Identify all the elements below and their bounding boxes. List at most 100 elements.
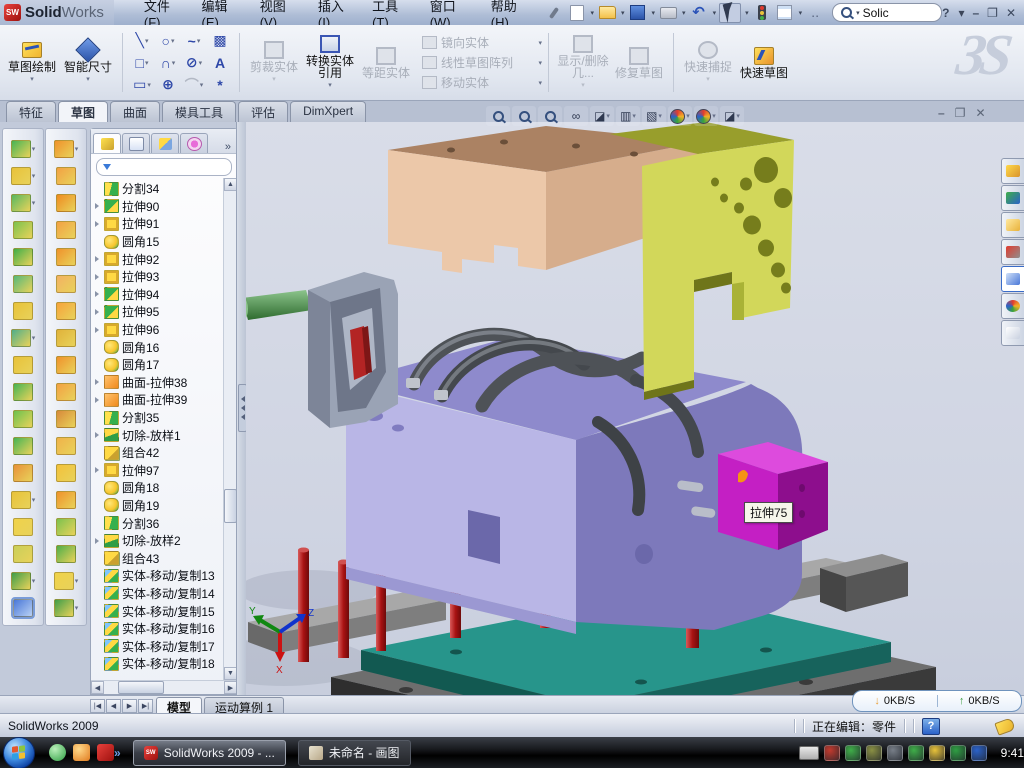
ribbon-tab-5[interactable]: DimXpert: [290, 101, 366, 122]
tree-item-10[interactable]: 圆角17: [93, 356, 237, 374]
scroll-left-arrow[interactable]: ◀: [91, 681, 104, 694]
mirror-feature-icon[interactable]: [3, 432, 43, 459]
rebuild-traffic-light-icon[interactable]: [752, 4, 772, 22]
draft-icon[interactable]: [3, 378, 43, 405]
tree-horizontal-scrollbar[interactable]: ◀ ▶: [91, 680, 237, 694]
sketch-button[interactable]: 草图绘制 ▾: [4, 38, 60, 88]
boundary-boss-icon[interactable]: [3, 243, 43, 270]
tree-item-8[interactable]: 拉伸96: [93, 321, 237, 339]
search-input[interactable]: ▾ Solic: [832, 3, 942, 22]
expander-icon[interactable]: [93, 291, 101, 297]
filled-surface-icon[interactable]: [46, 270, 86, 297]
curve-icon[interactable]: ▾: [46, 594, 86, 621]
slot-tool[interactable]: ▭▾: [129, 74, 155, 96]
tree-item-25[interactable]: 实体-移动/复制16: [93, 620, 237, 638]
tree-item-0[interactable]: 分割34: [93, 180, 237, 198]
minimize-button[interactable]: –: [972, 6, 979, 20]
tree-item-23[interactable]: 实体-移动/复制14: [93, 585, 237, 603]
keyboard-icon[interactable]: [799, 746, 819, 760]
tree-item-13[interactable]: 分割35: [93, 409, 237, 427]
tree-item-6[interactable]: 拉伸94: [93, 286, 237, 304]
tag-icon[interactable]: [994, 717, 1015, 735]
tree-vertical-scrollbar[interactable]: ▲ ▼: [223, 178, 237, 680]
next-tab-button[interactable]: ▶: [122, 699, 137, 713]
tree-item-4[interactable]: 拉伸92: [93, 250, 237, 268]
rectangle-tool[interactable]: □▾: [129, 52, 155, 74]
design-library-icon[interactable]: [1001, 185, 1024, 211]
tree-item-15[interactable]: 组合42: [93, 444, 237, 462]
swept-boss-icon[interactable]: ▾: [3, 189, 43, 216]
zoom-area-icon[interactable]: [512, 106, 536, 126]
magenta-insert-block[interactable]: [718, 442, 828, 550]
tree-item-9[interactable]: 圆角16: [93, 338, 237, 356]
tab-configurationmanager[interactable]: [151, 133, 179, 153]
measure-icon[interactable]: [3, 594, 43, 621]
expander-icon[interactable]: [93, 327, 101, 333]
panel-overflow-chevron[interactable]: »: [221, 141, 235, 153]
swept-surface-icon[interactable]: [46, 189, 86, 216]
zoom-prev-icon[interactable]: [538, 106, 562, 126]
view-orientation-icon[interactable]: ◪▾: [590, 106, 614, 126]
tab-featuremanager[interactable]: [93, 133, 121, 153]
zoom-fit-icon[interactable]: [486, 106, 510, 126]
ribbon-tab-1[interactable]: 草图: [58, 101, 108, 122]
section-view-icon[interactable]: ∞: [564, 106, 588, 126]
ribbon-tab-4[interactable]: 评估: [238, 101, 288, 122]
prev-tab-button[interactable]: ◀: [106, 699, 121, 713]
antivirus-shield-icon[interactable]: [845, 745, 861, 761]
extend-surface-icon[interactable]: [46, 378, 86, 405]
expander-icon[interactable]: [93, 432, 101, 438]
first-tab-button[interactable]: |◀: [90, 699, 105, 713]
taskbar-button-paint[interactable]: 未命名 - 画图: [298, 740, 411, 766]
print-icon[interactable]: [658, 4, 678, 22]
expander-icon[interactable]: [93, 221, 101, 227]
view-palette-icon[interactable]: [1001, 266, 1024, 292]
extruded-surface-icon[interactable]: ▾: [46, 135, 86, 162]
expander-icon[interactable]: [93, 467, 101, 473]
circle-tool[interactable]: ○▾: [155, 30, 181, 52]
sync-icon[interactable]: [971, 745, 987, 761]
cylinder-surface-icon[interactable]: [46, 540, 86, 567]
tree-item-27[interactable]: 实体-移动/复制18: [93, 655, 237, 673]
tree-item-24[interactable]: 实体-移动/复制15: [93, 602, 237, 620]
pin-icon[interactable]: [544, 4, 564, 22]
tree-filter-input[interactable]: [96, 158, 232, 176]
lofted-boss-icon[interactable]: [3, 216, 43, 243]
ruled-surface-icon[interactable]: [46, 351, 86, 378]
expander-icon[interactable]: [93, 256, 101, 262]
smart-dimension-button[interactable]: 智能尺寸 ▾: [60, 38, 116, 88]
reference-geometry-icon[interactable]: ▾: [46, 567, 86, 594]
tree-item-18[interactable]: 圆角19: [93, 497, 237, 515]
tree-item-21[interactable]: 组合43: [93, 549, 237, 567]
select-arrow-icon[interactable]: [719, 3, 741, 23]
expander-icon[interactable]: [93, 274, 101, 280]
start-button[interactable]: [3, 737, 35, 768]
custom-properties-icon[interactable]: [1001, 320, 1024, 346]
hole-wizard-icon[interactable]: [3, 297, 43, 324]
file-explorer-icon[interactable]: [1001, 212, 1024, 238]
rib-icon[interactable]: [3, 351, 43, 378]
expander-icon[interactable]: [93, 309, 101, 315]
tree-item-22[interactable]: 实体-移动/复制13: [93, 567, 237, 585]
text-tool[interactable]: A: [207, 52, 233, 74]
pattern-icon[interactable]: ▾: [3, 324, 43, 351]
last-tab-button[interactable]: ▶|: [138, 699, 153, 713]
tree-item-5[interactable]: 拉伸93: [93, 268, 237, 286]
expander-icon[interactable]: [93, 379, 101, 385]
open-icon[interactable]: [597, 4, 617, 22]
expander-icon[interactable]: [93, 397, 101, 403]
annotations-icon[interactable]: ◪▾: [720, 106, 744, 126]
extruded-cut-icon[interactable]: [3, 270, 43, 297]
scene-icon[interactable]: ▾: [694, 106, 718, 126]
arc-tool[interactable]: ∩▾: [155, 52, 181, 74]
tab-propertymanager[interactable]: [122, 133, 150, 153]
launcher-icon[interactable]: [73, 744, 90, 761]
update-icon[interactable]: [866, 745, 882, 761]
doc-close-button[interactable]: ✕: [975, 106, 985, 120]
display-style-icon[interactable]: ▥▾: [616, 106, 640, 126]
tree-item-12[interactable]: 曲面-拉伸39: [93, 391, 237, 409]
signal-icon[interactable]: [908, 745, 924, 761]
close-button[interactable]: ✕: [1006, 6, 1016, 20]
line-tool[interactable]: ╲▾: [129, 30, 155, 52]
curve-icon[interactable]: ▾: [3, 567, 43, 594]
